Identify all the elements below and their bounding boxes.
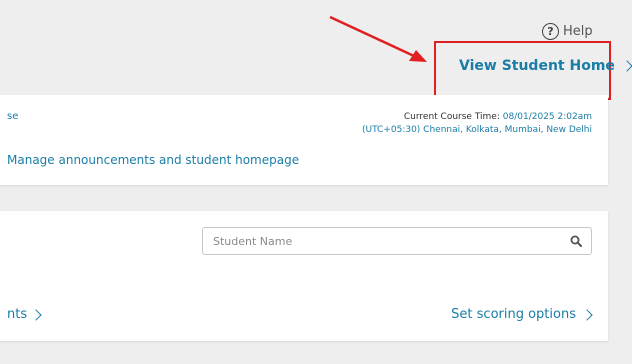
current-course-time: Current Course Time: 08/01/2025 2:02am (… [362,111,592,137]
view-student-home-label: View Student Home [459,58,615,74]
students-link-label: nts [7,307,28,322]
timezone-link[interactable]: (UTC+05:30) Chennai, Kolkata, Mumbai, Ne… [362,124,592,137]
course-time-value[interactable]: 08/01/2025 2:02am [503,112,592,122]
search-icon[interactable] [561,228,591,254]
set-scoring-options-label: Set scoring options [451,307,576,322]
chevron-right-icon [621,60,632,72]
course-time-label: Current Course Time: [403,112,500,122]
help-link[interactable]: ? Help [542,23,593,40]
course-info-card: se Current Course Time: 08/01/2025 2:02a… [0,95,608,185]
manage-announcements-link[interactable]: Manage announcements and student homepag… [7,153,299,167]
chevron-right-icon [581,308,593,321]
course-link[interactable]: se [7,111,18,122]
question-circle-icon: ? [542,23,559,40]
students-link[interactable]: nts [7,307,42,322]
chevron-right-icon [30,308,42,321]
set-scoring-options-link[interactable]: Set scoring options [451,307,593,322]
help-label: Help [563,24,593,39]
student-name-search-input[interactable] [203,228,561,254]
gradebook-card: nts Set scoring options [0,211,608,341]
view-student-home-link[interactable]: View Student Home [459,58,632,74]
student-search [202,227,592,255]
